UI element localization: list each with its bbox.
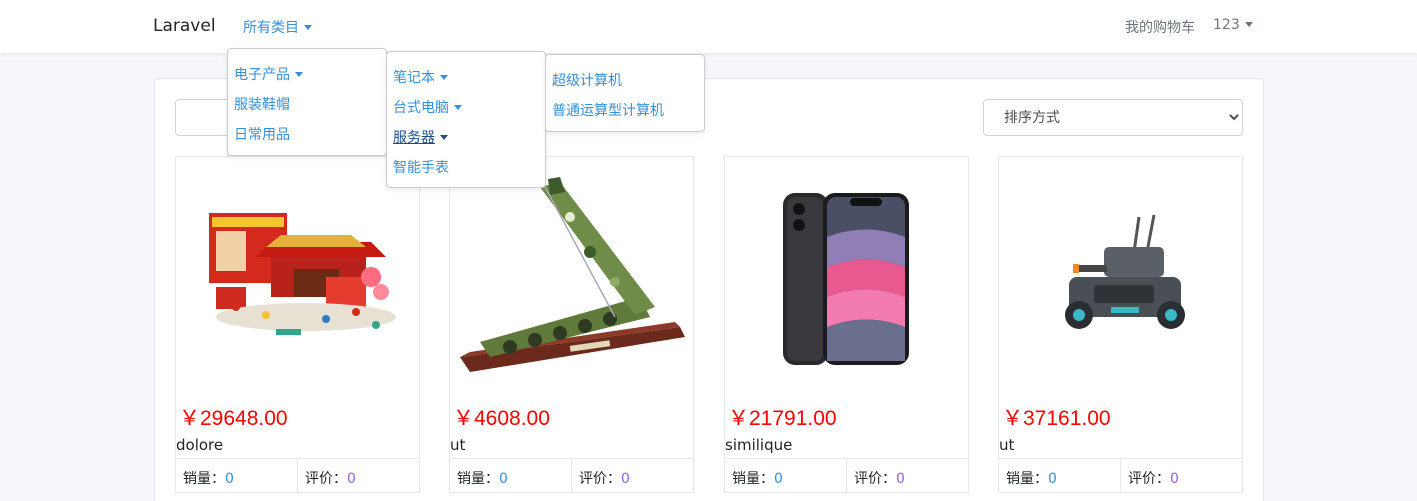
menu-item-smartwatch[interactable]: 智能手表 [393,157,449,177]
review-stat: 评价：0 [1120,459,1242,493]
sold-label: 销量： [732,471,774,487]
review-stat: 评价：0 [571,459,693,493]
product-stats: 销量：0 评价：0 [450,458,693,493]
all-categories-dropdown[interactable]: 所有类目 [243,17,312,37]
product-card[interactable]: ￥37161.00 ut 销量：0 评价：0 [998,156,1243,493]
product-name[interactable]: ut [450,436,465,454]
top-navbar: Laravel 所有类目 我的购物车 123 [0,0,1417,53]
sold-count: 0 [1048,471,1057,487]
review-label: 评价： [305,471,347,487]
caret-down-icon [295,72,303,77]
sold-stat: 销量：0 [999,459,1120,493]
review-count: 0 [1170,471,1179,487]
user-dropdown[interactable]: 123 [1213,17,1253,33]
caret-down-icon [454,105,462,110]
menu-item-apparel[interactable]: 服装鞋帽 [234,94,290,114]
product-name[interactable]: dolore [176,436,223,454]
menu-item-label: 服务器 [393,130,435,146]
sold-count: 0 [774,471,783,487]
product-price: ￥21791.00 [728,407,837,430]
sold-label: 销量： [1006,471,1048,487]
product-card[interactable]: ￥4608.00 ut 销量：0 评价：0 [449,156,694,493]
sold-stat: 销量：0 [450,459,571,493]
product-image[interactable] [725,157,968,397]
product-card[interactable]: ￥29648.00 dolore 销量：0 评价：0 [175,156,420,493]
product-price: ￥4608.00 [453,407,550,430]
menu-item-electronics[interactable]: 电子产品 [234,64,303,84]
review-stat: 评价：0 [846,459,968,493]
category-menu-level1: 电子产品 服装鞋帽 日常用品 [227,48,387,156]
review-label: 评价： [579,471,621,487]
user-name: 123 [1213,17,1240,33]
sold-stat: 销量：0 [725,459,846,493]
menu-item-label: 电子产品 [234,67,290,83]
sold-count: 0 [499,471,508,487]
product-price: ￥29648.00 [179,407,288,430]
sort-select[interactable]: 排序方式 [983,99,1243,136]
menu-item-desktop[interactable]: 台式电脑 [393,97,462,117]
menu-item-label: 笔记本 [393,70,435,86]
product-image[interactable] [176,157,419,397]
all-categories-label: 所有类目 [243,20,299,36]
product-price: ￥37161.00 [1002,407,1111,430]
review-count: 0 [347,471,356,487]
menu-item-supercomputer[interactable]: 超级计算机 [552,70,622,90]
caret-down-icon [440,135,448,140]
brand-logo[interactable]: Laravel [153,16,216,36]
sold-label: 销量： [183,471,225,487]
menu-item-daily-goods[interactable]: 日常用品 [234,124,290,144]
product-name[interactable]: ut [999,436,1014,454]
caret-down-icon [440,75,448,80]
category-menu-level3: 超级计算机 普通运算型计算机 [545,54,705,132]
menu-item-server[interactable]: 服务器 [393,127,448,147]
category-menu-level2: 笔记本 台式电脑 服务器 智能手表 [386,51,546,188]
product-image[interactable] [999,157,1242,397]
caret-down-icon [1244,22,1253,27]
product-card[interactable]: ￥21791.00 similique 销量：0 评价：0 [724,156,969,493]
review-label: 评价： [854,471,896,487]
sold-label: 销量： [457,471,499,487]
product-name[interactable]: similique [725,436,792,454]
product-stats: 销量：0 评价：0 [176,458,419,493]
menu-item-laptop[interactable]: 笔记本 [393,67,448,87]
caret-down-icon [304,25,312,30]
review-label: 评价： [1128,471,1170,487]
menu-item-label: 台式电脑 [393,100,449,116]
sold-count: 0 [225,471,234,487]
menu-item-general-computer[interactable]: 普通运算型计算机 [552,100,664,120]
cart-link[interactable]: 我的购物车 [1125,17,1195,37]
review-count: 0 [896,471,905,487]
product-stats: 销量：0 评价：0 [725,458,968,493]
product-image[interactable] [450,157,693,397]
review-stat: 评价：0 [297,459,419,493]
sold-stat: 销量：0 [176,459,297,493]
review-count: 0 [621,471,630,487]
product-stats: 销量：0 评价：0 [999,458,1242,493]
